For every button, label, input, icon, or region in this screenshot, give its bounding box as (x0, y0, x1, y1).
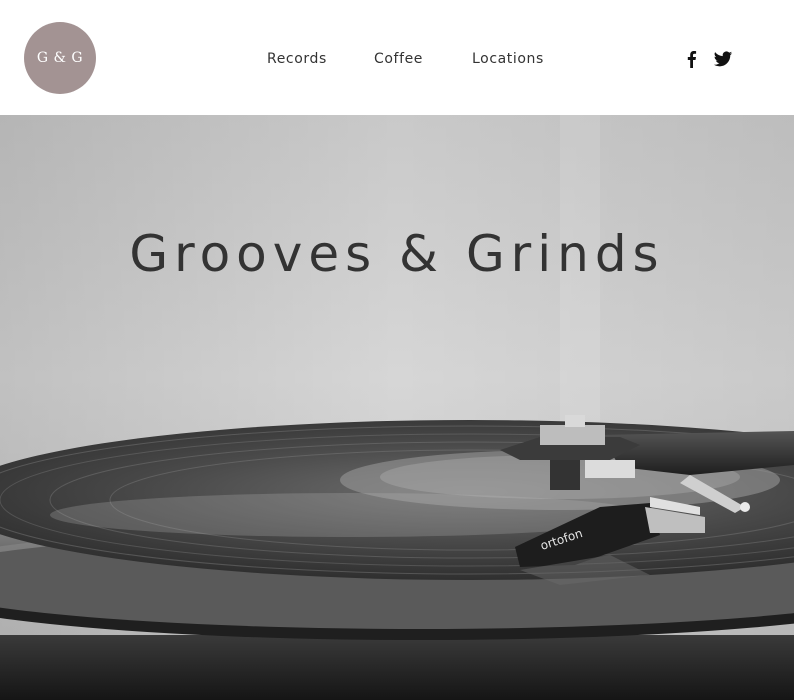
facebook-icon[interactable] (682, 49, 702, 69)
hero-section: ortofon Grooves & Grinds (0, 115, 794, 700)
hero-title: Grooves & Grinds (129, 225, 665, 283)
nav-link-records[interactable]: Records (267, 50, 327, 68)
nav-link-locations[interactable]: Locations (472, 50, 544, 68)
hero-image-turntable: ortofon (0, 115, 794, 700)
logo-text: G & G (36, 50, 84, 66)
site-header: G & G Records Coffee Locations (0, 0, 794, 115)
twitter-icon[interactable] (713, 49, 733, 69)
nav-link-coffee[interactable]: Coffee (374, 50, 423, 68)
logo[interactable]: G & G (24, 22, 96, 94)
